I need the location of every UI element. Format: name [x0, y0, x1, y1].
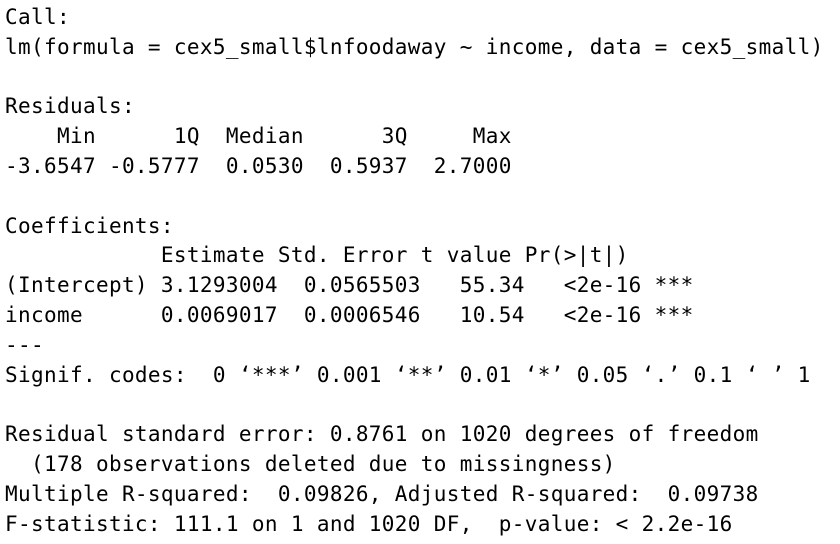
call-formula: lm(formula = cex5_small$lnfoodaway ~ inc… — [5, 34, 824, 59]
residuals-labels: Min 1Q Median 3Q Max — [5, 124, 525, 149]
residuals-values: -3.6547 -0.5777 0.0530 0.5937 2.7000 — [5, 153, 525, 178]
f-statistic: F-statistic: 111.1 on 1 and 1020 DF, p-v… — [5, 511, 733, 536]
missingness-note: (178 observations deleted due to missing… — [5, 451, 616, 476]
residual-standard-error: Residual standard error: 0.8761 on 1020 … — [5, 422, 759, 447]
coefficients-header: Coefficients: — [5, 213, 174, 238]
coefficients-columns: Estimate Std. Error t value Pr(>|t|) — [5, 243, 681, 268]
r-squared: Multiple R-squared: 0.09826, Adjusted R-… — [5, 481, 772, 506]
call-header: Call: — [5, 5, 70, 29]
coefficient-row-income: income 0.0069017 0.0006546 10.54 <2e-16 … — [5, 302, 694, 327]
r-console-output: Call: lm(formula = cex5_small$lnfoodaway… — [5, 3, 835, 539]
coefficient-row-intercept: (Intercept) 3.1293004 0.0565503 55.34 <2… — [5, 273, 694, 298]
separator: --- — [5, 332, 44, 357]
residuals-header: Residuals: — [5, 94, 135, 119]
signif-codes: Signif. codes: 0 ‘***’ 0.001 ‘**’ 0.01 ‘… — [5, 362, 811, 387]
